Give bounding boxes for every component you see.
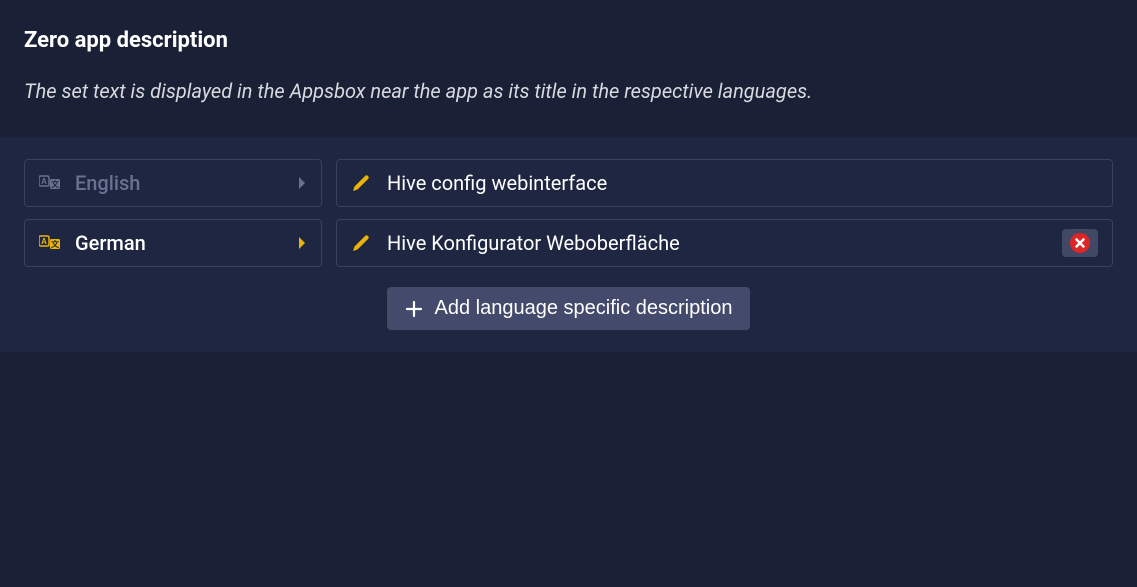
language-selector-english[interactable]: A 文 English (24, 159, 322, 207)
chevron-right-icon (297, 176, 307, 190)
svg-text:文: 文 (51, 239, 60, 249)
add-button-wrapper: Add language specific description (24, 287, 1113, 330)
page-subtitle: The set text is displayed in the Appsbox… (24, 77, 1113, 105)
content-area: A 文 English Hive config webinterface (0, 137, 1137, 352)
description-input-english[interactable]: Hive config webinterface (336, 159, 1113, 207)
language-row: A 文 German Hive Konfigurator Weboberfläc… (24, 219, 1113, 267)
language-selector-german[interactable]: A 文 German (24, 219, 322, 267)
svg-text:A: A (41, 177, 47, 186)
add-language-button[interactable]: Add language specific description (387, 287, 751, 330)
svg-text:文: 文 (51, 179, 60, 189)
description-value: Hive config webinterface (387, 171, 1098, 195)
plus-icon (405, 300, 423, 318)
add-button-label: Add language specific description (435, 297, 733, 320)
header: Zero app description The set text is dis… (0, 0, 1137, 137)
close-icon (1070, 233, 1090, 253)
pencil-icon (351, 233, 371, 253)
language-label: German (75, 231, 297, 255)
description-value: Hive Konfigurator Weboberfläche (387, 231, 1046, 255)
page-title: Zero app description (24, 28, 1113, 53)
translate-icon: A 文 (39, 235, 61, 251)
language-row: A 文 English Hive config webinterface (24, 159, 1113, 207)
remove-language-button[interactable] (1062, 229, 1098, 257)
language-label: English (75, 171, 297, 195)
description-input-german[interactable]: Hive Konfigurator Weboberfläche (336, 219, 1113, 267)
chevron-right-icon (297, 236, 307, 250)
translate-icon: A 文 (39, 175, 61, 191)
svg-text:A: A (41, 237, 47, 246)
pencil-icon (351, 173, 371, 193)
